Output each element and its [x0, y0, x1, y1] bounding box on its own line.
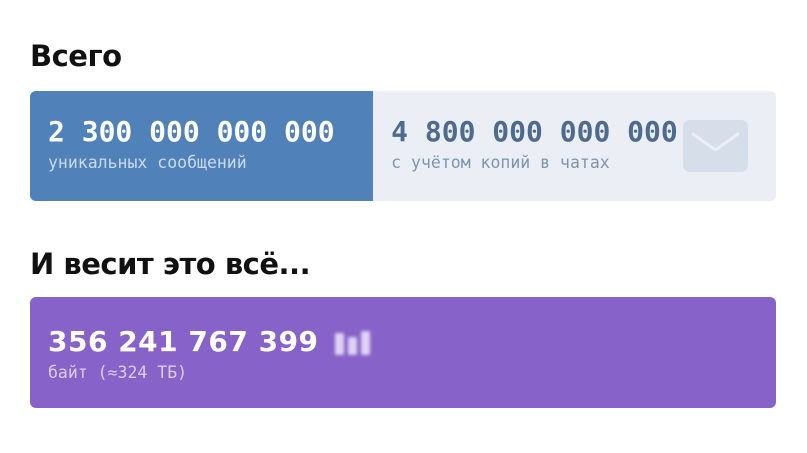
- envelope-icon: [683, 120, 748, 172]
- messages-with-copies-label: с учётом копий в чатах: [391, 153, 610, 172]
- message-totals-card: 2 300 000 000 000 уникальных сообщений 4…: [30, 91, 776, 201]
- unique-messages-count: 2 300 000 000 000: [48, 115, 335, 148]
- blurred-digits: [334, 331, 385, 359]
- section-title-weight: И весит это всё...: [30, 247, 311, 281]
- messages-with-copies-count: 4 800 000 000 000: [391, 115, 678, 148]
- total-size-bytes: 356 241 767 399: [48, 325, 319, 358]
- total-size-bytes-row: 356 241 767 399: [48, 328, 385, 359]
- total-size-label: байт (≈324 ТБ): [48, 363, 188, 382]
- messages-with-copies-segment: 4 800 000 000 000 с учётом копий в чатах: [373, 91, 776, 201]
- total-size-card: 356 241 767 399 байт (≈324 ТБ): [30, 297, 776, 408]
- unique-messages-label: уникальных сообщений: [48, 153, 247, 172]
- unique-messages-segment: 2 300 000 000 000 уникальных сообщений: [30, 91, 374, 201]
- section-title-total: Всего: [30, 39, 122, 73]
